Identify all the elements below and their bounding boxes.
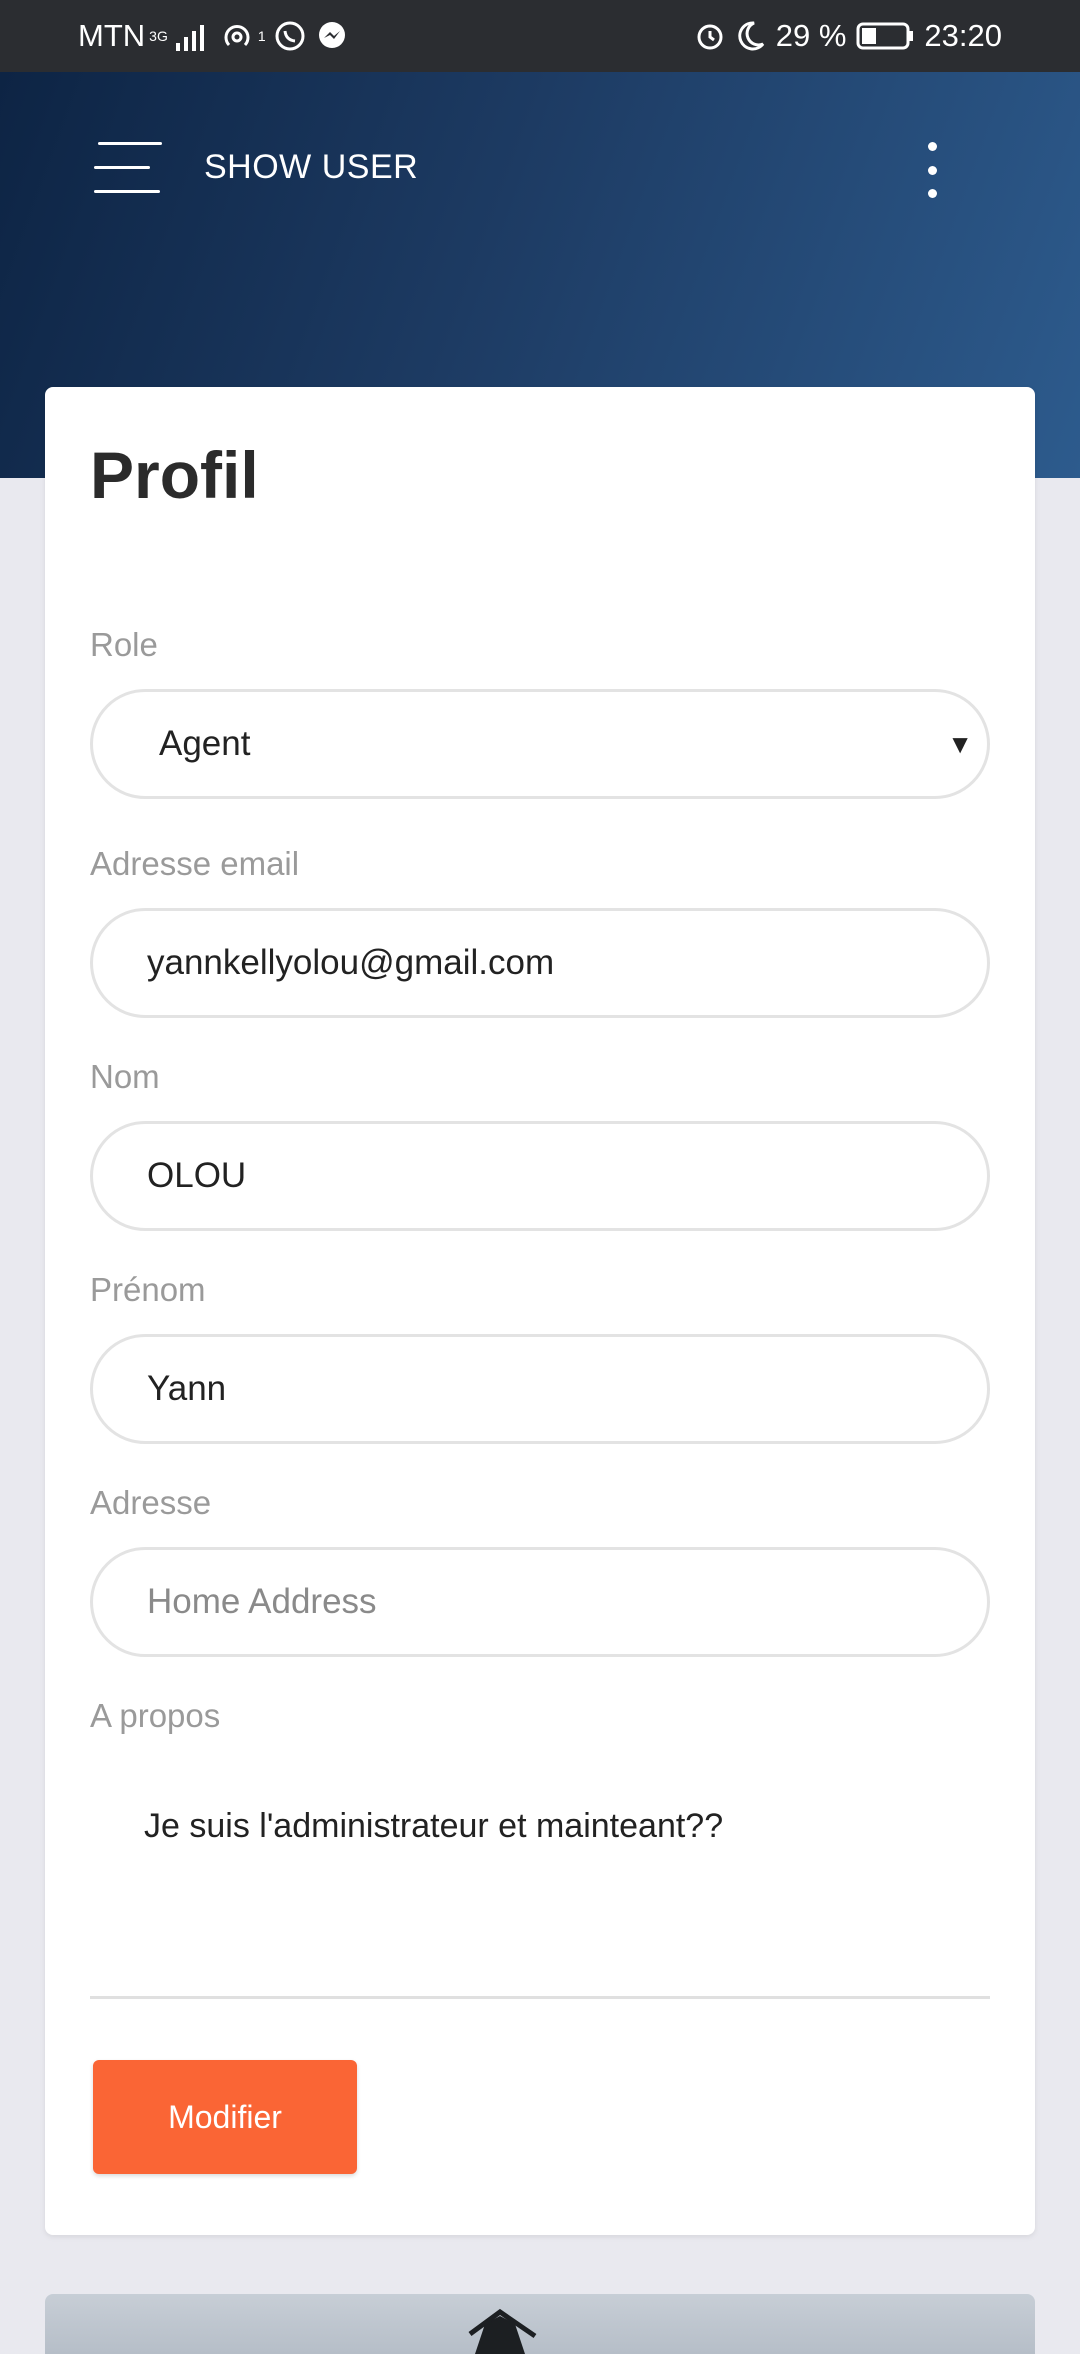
hotspot-count: 1 (257, 28, 266, 44)
nom-field[interactable]: OLOU (90, 1121, 990, 1231)
card-title: Profil (90, 438, 259, 512)
status-bar: MTN 3G 1 29 % 23:20 (0, 0, 1080, 72)
adresse-label: Adresse (90, 1484, 212, 1521)
battery-percent: 29 % (775, 18, 847, 53)
network-type: 3G (149, 28, 168, 44)
profile-card: Profil Role Agent ▼ Adresse email yannke… (45, 387, 1035, 2235)
hamburger-menu-icon[interactable] (94, 140, 162, 196)
adresse-placeholder: Home Address (147, 1582, 377, 1621)
do-not-disturb-moon-icon (736, 20, 766, 52)
dropdown-caret-icon: ▼ (947, 728, 973, 759)
clock-time: 23:20 (924, 18, 1002, 53)
apropos-label: A propos (90, 1697, 221, 1734)
modifier-button[interactable]: Modifier (93, 2060, 357, 2174)
carrier-label: MTN (78, 18, 146, 53)
nom-value: OLOU (147, 1156, 247, 1195)
signal-icon (175, 21, 210, 51)
prenom-label: Prénom (90, 1271, 206, 1308)
role-label: Role (90, 626, 158, 663)
bottom-image-card (45, 2294, 1035, 2354)
battery-icon (856, 21, 914, 51)
nom-label: Nom (90, 1058, 160, 1095)
alarm-icon (694, 20, 726, 52)
email-label: Adresse email (90, 845, 300, 882)
page-title: SHOW USER (204, 148, 419, 186)
hotspot-icon (220, 20, 254, 52)
prenom-field[interactable]: Yann (90, 1334, 990, 1444)
palm-tree-image (468, 2308, 537, 2354)
whatsapp-icon (274, 20, 306, 52)
adresse-field[interactable]: Home Address (90, 1547, 990, 1657)
apropos-textarea[interactable]: Je suis l'administrateur et mainteant?? (144, 1807, 723, 1846)
email-value: yannkellyolou@gmail.com (147, 943, 555, 982)
messenger-icon (316, 20, 348, 52)
prenom-value: Yann (147, 1369, 227, 1408)
email-field[interactable]: yannkellyolou@gmail.com (90, 908, 990, 1018)
role-selected-value: Agent (159, 724, 251, 763)
role-select[interactable]: Agent ▼ (90, 689, 990, 799)
textarea-underline (90, 1996, 990, 1999)
more-options-icon[interactable] (912, 142, 952, 198)
